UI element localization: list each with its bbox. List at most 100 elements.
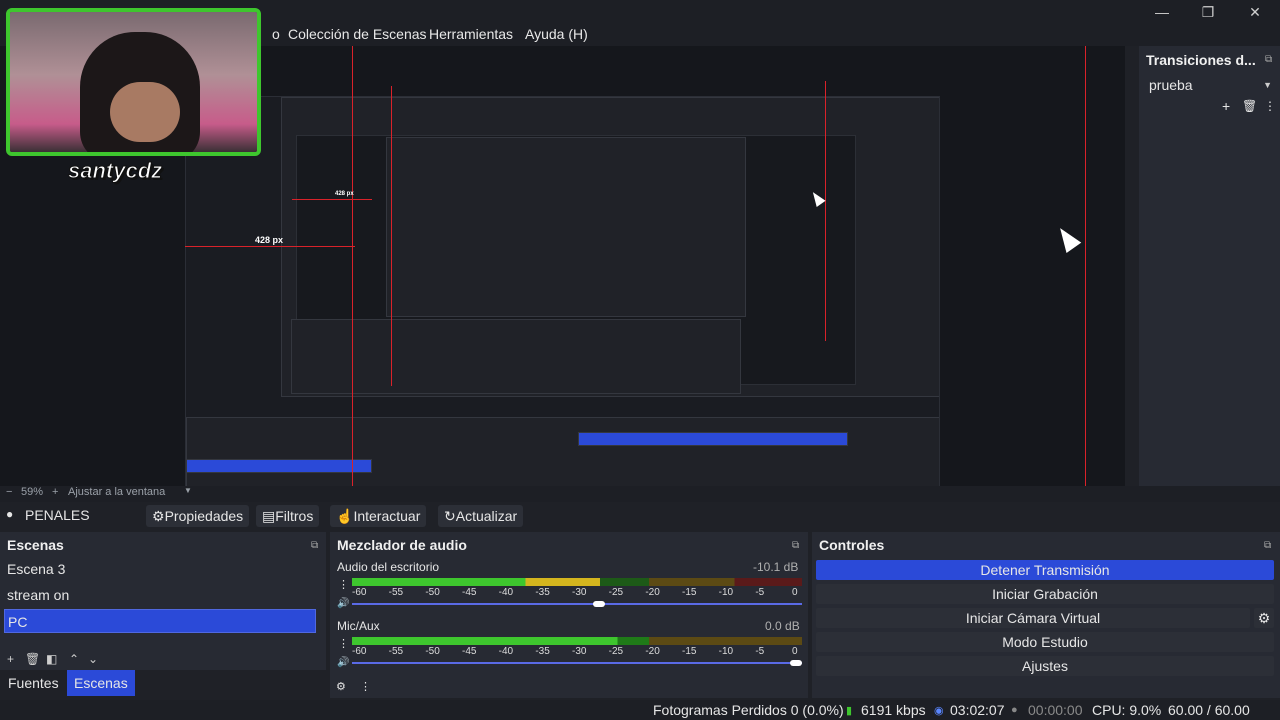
source-toolbar: ● PENALES ⚙Propiedades ▤Filtros ☝Interac… [0, 502, 1280, 530]
meter-tick-label: -5 [755, 646, 765, 657]
refresh-button[interactable]: ↻Actualizar [438, 505, 524, 527]
webcam-frame [6, 8, 261, 156]
filters-label: Filtros [275, 508, 314, 524]
meter-tick-label: -10 [718, 646, 734, 657]
interact-button[interactable]: ☝Interactuar [330, 505, 427, 527]
volume-meter [352, 578, 802, 586]
channel-db: -10.1 dB [753, 560, 799, 574]
mixer-title: Mezclador de audio [337, 537, 467, 553]
menu-item-tools[interactable]: Herramientas [429, 26, 513, 42]
meter-tick-label: -40 [498, 646, 514, 657]
menu-item-partial[interactable]: o [272, 26, 280, 42]
stop-streaming-button[interactable]: Detener Transmisión [816, 560, 1274, 580]
stream-icon: ◉ [934, 705, 944, 717]
tab-sources[interactable]: Fuentes [1, 670, 66, 696]
volume-meter-level [352, 578, 600, 586]
chevron-down-icon[interactable]: ⌄ [88, 652, 98, 666]
menu-item-scene-collection[interactable]: Colección de Escenas [288, 26, 427, 42]
restore-icon[interactable]: ❐ [1198, 4, 1218, 20]
scenes-title: Escenas [7, 537, 64, 553]
meter-tick-label: -10 [718, 587, 734, 598]
nested-docks [291, 319, 741, 394]
current-scene-name: PENALES [25, 507, 90, 523]
dropped-frames: Fotogramas Perdidos 0 (0.0%) [653, 702, 844, 718]
start-recording-button[interactable]: Iniciar Grabación [816, 584, 1274, 604]
nested-selected-scene [186, 459, 372, 473]
meter-tick-label: -20 [645, 646, 660, 657]
dock-float-icon[interactable]: ⧉ [1265, 54, 1272, 65]
guide-line [352, 46, 353, 486]
meter-tick-label: -60 [352, 587, 367, 598]
guide-line [825, 81, 826, 341]
meter-tick-label: -30 [572, 646, 587, 657]
meter-tick-label: -50 [425, 587, 440, 598]
hand-icon: ☝ [336, 508, 354, 524]
close-icon[interactable]: ✕ [1245, 4, 1265, 20]
scene-item[interactable]: Escena 3 [4, 557, 316, 581]
mixer-dock-header: Mezclador de audio [330, 532, 808, 558]
filter-icon[interactable]: ◧ [46, 652, 57, 666]
speaker-icon[interactable]: 🔊 [337, 657, 349, 668]
measure-label: 428 px [255, 235, 284, 245]
dock-float-icon[interactable]: ⧉ [311, 540, 318, 551]
virtual-camera-gear-icon[interactable]: ⚙ [1254, 608, 1274, 628]
volume-slider-knob[interactable] [592, 601, 605, 607]
trash-icon[interactable]: 🗑 [25, 652, 40, 666]
meter-tick-label: 0 [792, 646, 798, 657]
guide-line [292, 199, 372, 200]
add-scene-icon[interactable]: + [7, 652, 14, 666]
mixer-settings-icon[interactable]: ⚙ [336, 680, 346, 693]
scenes-dock-header: Escenas [0, 532, 326, 558]
scene-item[interactable]: stream on [4, 583, 316, 607]
dock-float-icon[interactable]: ⧉ [1264, 540, 1271, 551]
zoom-toolbar: − 59% + Ajustar a la ventana ▼ [0, 486, 1280, 502]
chevron-up-icon[interactable]: ⌃ [69, 652, 79, 666]
meter-tick-label: -15 [682, 646, 697, 657]
speaker-icon[interactable]: 🔊 [337, 598, 349, 609]
transition-select[interactable]: prueba ▼ [1143, 75, 1276, 95]
chevron-down-icon[interactable]: ▼ [184, 486, 192, 495]
volume-slider[interactable] [352, 662, 802, 664]
webcam-face [110, 82, 180, 142]
minimize-icon[interactable]: — [1152, 4, 1172, 20]
zoom-out-icon[interactable]: − [6, 486, 12, 498]
transition-select-value: prueba [1149, 77, 1193, 93]
tab-scenes[interactable]: Escenas [67, 670, 135, 696]
interact-label: Interactuar [353, 508, 421, 524]
volume-slider-knob[interactable] [790, 660, 802, 666]
channel-name: Audio del escritorio [337, 560, 440, 574]
properties-button[interactable]: ⚙Propiedades [146, 505, 250, 527]
meter-tick-label: -35 [535, 646, 550, 657]
volume-slider[interactable] [352, 603, 802, 605]
studio-mode-button[interactable]: Modo Estudio [816, 632, 1274, 652]
add-icon[interactable]: + [1222, 98, 1230, 114]
channel-menu-icon[interactable]: ⋮ [338, 637, 349, 650]
trash-icon[interactable]: 🗑 [1242, 99, 1257, 113]
record-time: 00:00:00 [1028, 702, 1083, 718]
meter-tick-label: -55 [388, 587, 404, 598]
nested-window-2 [386, 137, 746, 317]
zoom-in-icon[interactable]: + [52, 486, 58, 498]
bitrate: 6191 kbps [861, 702, 926, 718]
start-virtual-camera-button[interactable]: Iniciar Cámara Virtual [816, 608, 1250, 628]
mixer-menu-icon[interactable]: ⋮ [360, 680, 371, 693]
measure-label-small: 428 px [335, 191, 354, 197]
audio-mixer-dock: Mezclador de audio ⧉ Audio del escritori… [330, 532, 808, 698]
meter-tick-label: -45 [462, 646, 477, 657]
refresh-label: Actualizar [455, 508, 518, 524]
meter-tick-label: -15 [682, 587, 697, 598]
dock-float-icon[interactable]: ⧉ [792, 540, 799, 551]
chevron-down-icon: ▼ [1263, 80, 1272, 90]
settings-button[interactable]: Ajustes [816, 656, 1274, 676]
channel-name: Mic/Aux [337, 619, 380, 633]
more-icon[interactable]: ⋮ [1264, 99, 1276, 113]
scene-item-selected[interactable]: PC [4, 609, 316, 633]
mouse-cursor-icon [1052, 223, 1082, 253]
scenes-dock: Escenas ⧉ Escena 3 stream on PC [0, 532, 326, 670]
cpu-usage: CPU: 9.0% [1092, 702, 1162, 718]
menu-item-help[interactable]: Ayuda (H) [525, 26, 588, 42]
channel-menu-icon[interactable]: ⋮ [338, 578, 349, 591]
meter-tick-label: 0 [792, 587, 798, 598]
fit-window-label[interactable]: Ajustar a la ventana [68, 486, 165, 498]
filters-button[interactable]: ▤Filtros [256, 505, 320, 527]
